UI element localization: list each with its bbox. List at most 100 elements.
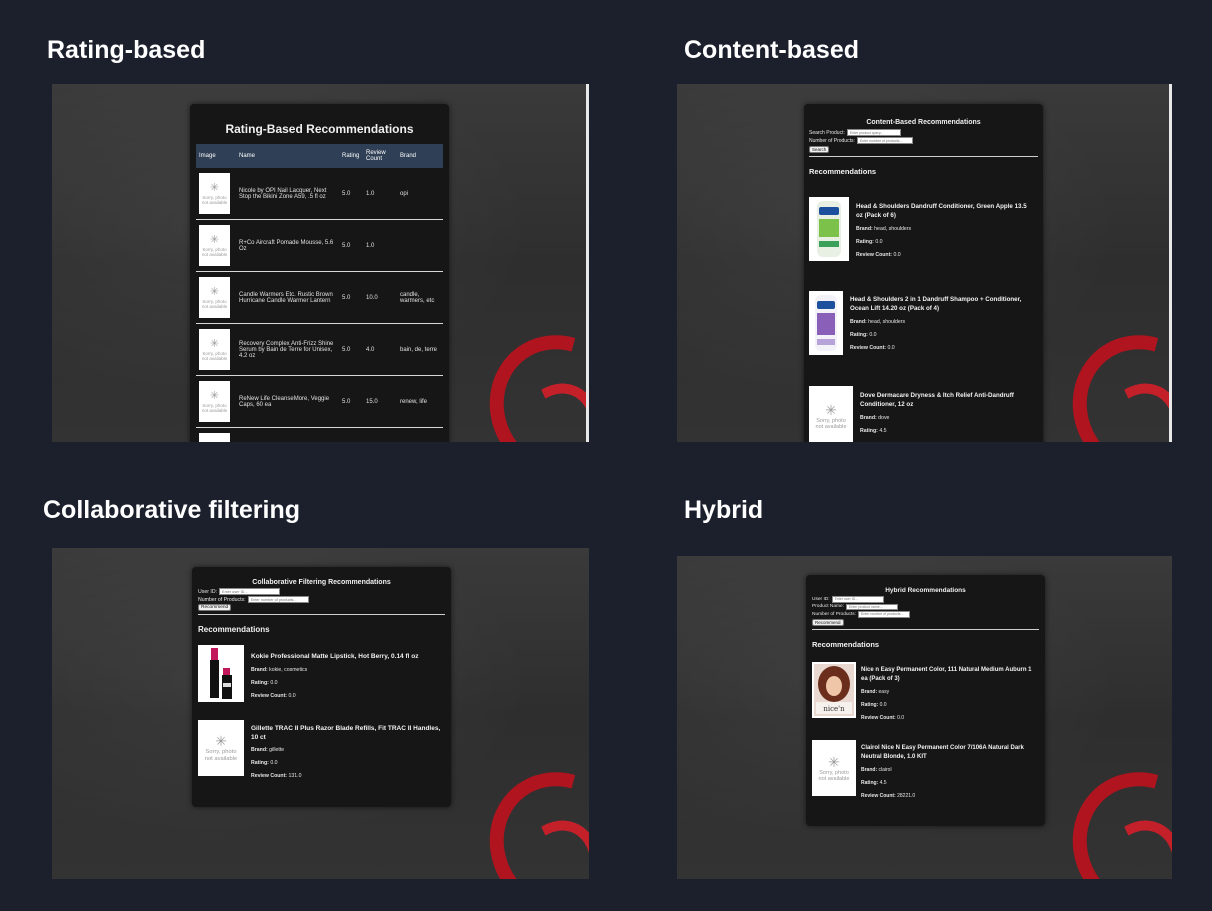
row-review-count: 1.0 bbox=[363, 219, 397, 272]
col-review-count: Review Count bbox=[363, 144, 397, 168]
spinner-icon: ✳ bbox=[209, 286, 220, 298]
product-row: Product Name: bbox=[812, 603, 1039, 610]
product-image-placeholder: ✳ bbox=[199, 433, 230, 442]
content-card-title: Content-Based Recommendations bbox=[866, 119, 981, 126]
row-brand: renew, life bbox=[397, 375, 443, 428]
product-rating: 0.0 bbox=[879, 702, 887, 709]
user-id-label: User ID: bbox=[812, 596, 830, 602]
recommend-button[interactable]: Recommend bbox=[812, 618, 844, 626]
product-name: Nice n Easy Permanent Color, 111 Natural… bbox=[861, 667, 1032, 682]
hybrid-screenshot: Hybrid Recommendations User ID: Product … bbox=[677, 556, 1172, 879]
product-name-label: Product Name: bbox=[812, 604, 844, 610]
count-input[interactable] bbox=[247, 596, 309, 603]
user-row: User ID: bbox=[198, 588, 445, 595]
spinner-icon: ✳ bbox=[828, 753, 840, 770]
product-name: Dove Dermacare Dryness & Itch Relief Ant… bbox=[860, 392, 1014, 408]
product-rating: 0.0 bbox=[869, 332, 877, 339]
product-review-count: 0.0 bbox=[897, 715, 905, 722]
hybrid-card: Hybrid Recommendations User ID: Product … bbox=[806, 575, 1045, 826]
search-input[interactable] bbox=[846, 129, 901, 136]
count-label: Number of Products: bbox=[809, 137, 855, 144]
row-name: Recovery Complex Anti-Frizz Shine Serum … bbox=[236, 323, 339, 376]
row-name: R+Co Aircraft Pomade Mousse, 5.6 Oz bbox=[236, 219, 339, 272]
rating-card: Rating-Based Recommendations Image Name … bbox=[190, 104, 449, 442]
divider bbox=[812, 628, 1039, 630]
row-review-count: 4.0 bbox=[363, 323, 397, 376]
collab-screenshot: Collaborative Filtering Recommendations … bbox=[52, 548, 589, 879]
col-rating: Rating bbox=[339, 144, 363, 168]
col-brand: Brand bbox=[397, 144, 443, 168]
list-item[interactable]: Head & Shoulders Dandruff Conditioner, G… bbox=[809, 197, 1039, 261]
recommendations-heading: Recommendations bbox=[812, 639, 880, 649]
product-rating: 0.0 bbox=[270, 760, 278, 767]
section-title-hybrid: Hybrid bbox=[684, 496, 764, 524]
list-item[interactable]: Head & Shoulders 2 in 1 Dandruff Shampoo… bbox=[809, 291, 1039, 355]
user-id-input[interactable] bbox=[831, 596, 884, 603]
spinner-icon: ✳ bbox=[209, 234, 220, 246]
product-brand: gillette bbox=[269, 747, 285, 754]
table-row[interactable]: ✳ Sorry, photo not available Recovery Comp… bbox=[196, 323, 443, 376]
count-input[interactable] bbox=[856, 137, 913, 144]
rating-card-title: Rating-Based Recommendations bbox=[225, 122, 414, 136]
table-row[interactable]: ✳ Sorry, photo not available Nicole by OPI… bbox=[196, 168, 443, 220]
product-brand: clairol bbox=[878, 767, 892, 774]
count-row: Number of Products: bbox=[812, 611, 1039, 618]
product-image bbox=[809, 291, 843, 355]
divider bbox=[198, 614, 445, 615]
count-label: Number of Products: bbox=[198, 596, 246, 603]
search-button[interactable]: Search bbox=[809, 146, 830, 153]
product-rating: 0.0 bbox=[875, 239, 883, 246]
table-header-row: Image Name Rating Review Count Brand bbox=[196, 144, 443, 168]
search-row: Search Product: bbox=[809, 129, 1038, 136]
recommend-button[interactable]: Recommend bbox=[198, 604, 232, 611]
content-card: Content-Based Recommendations Search Pro… bbox=[804, 104, 1043, 442]
product-image-placeholder: ✳ Sorry, photo not available bbox=[809, 386, 853, 442]
product-review-count: 131.0 bbox=[288, 773, 302, 780]
table-row[interactable]: ✳ Sorry, photo not available Candle Warmer… bbox=[196, 271, 443, 324]
product-review-count: 0.0 bbox=[887, 345, 895, 352]
count-row: Number of Products: bbox=[809, 137, 1038, 144]
count-input[interactable] bbox=[858, 611, 910, 618]
list-item[interactable]: ✳ Sorry, photo not available Clairol Nic… bbox=[812, 740, 1042, 799]
table-row[interactable]: ✳ Sorry, photo not available R+Co Aircraft… bbox=[196, 219, 443, 272]
row-rating: 5.0 bbox=[339, 219, 363, 272]
table-row[interactable]: ✳ bbox=[196, 427, 443, 442]
col-name: Name bbox=[236, 144, 339, 168]
product-name-input[interactable] bbox=[846, 603, 898, 610]
list-item[interactable]: ✳ Sorry, photo not available Dove Dermac… bbox=[809, 386, 1039, 442]
table-row[interactable]: ✳ Sorry, photo not available ReNew Life Cl… bbox=[196, 375, 443, 428]
col-image: Image bbox=[196, 144, 236, 168]
product-brand: kokie, cosmetics bbox=[269, 667, 308, 674]
count-label: Number of Products: bbox=[812, 611, 856, 617]
recommendations-heading: Recommendations bbox=[198, 625, 270, 634]
product-image-placeholder: ✳ Sorry, photo not available bbox=[199, 225, 230, 266]
product-name: Kokie Professional Matte Lipstick, Hot B… bbox=[251, 653, 419, 660]
user-id-label: User ID: bbox=[198, 588, 218, 595]
row-brand bbox=[397, 219, 443, 272]
product-rating: 4.5 bbox=[879, 428, 887, 435]
list-item[interactable]: Kokie Professional Matte Lipstick, Hot B… bbox=[198, 645, 443, 702]
product-review-count: 0.0 bbox=[288, 693, 296, 700]
row-brand: candle, warmers, etc bbox=[397, 271, 443, 324]
list-item[interactable]: nice'n Nice n Easy Permanent Color, 111 … bbox=[812, 662, 1042, 721]
product-image-placeholder: ✳ Sorry, photo not available bbox=[199, 329, 230, 370]
row-review-count: 15.0 bbox=[363, 375, 397, 428]
spinner-icon: ✳ bbox=[825, 401, 837, 418]
rating-screenshot: Rating-Based Recommendations Image Name … bbox=[52, 84, 589, 442]
section-title-collab: Collaborative filtering bbox=[43, 496, 300, 524]
divider bbox=[809, 156, 1038, 157]
row-name: Candle Warmers Etc. Rustic Brown Hurrica… bbox=[236, 271, 339, 324]
row-rating: 5.0 bbox=[339, 168, 363, 220]
row-brand: bain, de, terre bbox=[397, 323, 443, 376]
product-brand: dove bbox=[878, 415, 890, 422]
collab-card: Collaborative Filtering Recommendations … bbox=[192, 567, 451, 807]
product-name: Clairol Nice N Easy Permanent Color 7/10… bbox=[861, 745, 1024, 760]
scrollbar[interactable] bbox=[586, 84, 589, 442]
scrollbar[interactable] bbox=[1169, 84, 1172, 442]
section-title-content: Content-based bbox=[684, 36, 859, 64]
list-item[interactable]: ✳ Sorry, photo not available Gillette TR… bbox=[198, 720, 443, 779]
user-id-input[interactable] bbox=[219, 588, 281, 595]
product-brand: head, shoulders bbox=[868, 319, 906, 326]
product-name: Gillette TRAC II Plus Razor Blade Refill… bbox=[251, 725, 441, 742]
product-brand: head, shoulders bbox=[874, 226, 912, 233]
